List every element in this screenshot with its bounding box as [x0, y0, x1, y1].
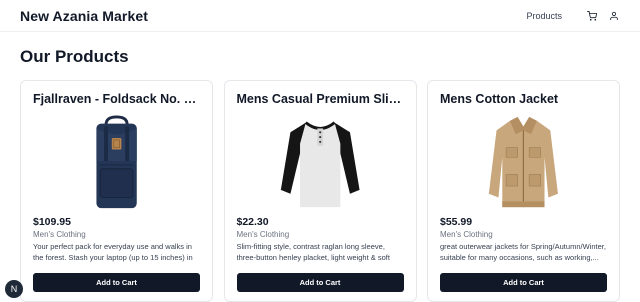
product-price: $55.99 [440, 216, 473, 228]
product-description: Your perfect pack for everyday use and w… [33, 242, 193, 262]
brand-logo[interactable]: New Azania Market [20, 8, 148, 24]
add-to-cart-button[interactable]: Add to Cart [440, 273, 607, 292]
user-icon[interactable] [608, 10, 620, 22]
product-price: $22.30 [236, 216, 269, 228]
product-category: Men's Clothing [33, 230, 86, 239]
product-title[interactable]: Mens Casual Premium Slim Fit T-Shirts [237, 92, 404, 106]
product-description: Slim-fitting style, contrast raglan long… [236, 242, 390, 262]
product-title[interactable]: Fjallraven - Foldsack No. 1 Backpack, Fi… [33, 92, 200, 106]
backpack-image [96, 115, 137, 209]
product-image[interactable] [33, 115, 200, 211]
nav-link-products[interactable]: Products [526, 11, 562, 21]
page-title: Our Products [20, 47, 129, 66]
product-card[interactable]: Mens Cotton Jacket $55.99 Men's Clothing… [427, 80, 620, 302]
jacket-image [488, 116, 559, 208]
product-title[interactable]: Mens Cotton Jacket [440, 92, 607, 106]
add-to-cart-button[interactable]: Add to Cart [33, 273, 200, 292]
cart-icon[interactable] [586, 10, 598, 22]
add-to-cart-button[interactable]: Add to Cart [236, 273, 404, 292]
product-image[interactable] [237, 115, 404, 211]
product-description: great outerwear jackets for Spring/Autum… [440, 242, 606, 262]
product-card[interactable]: Fjallraven - Foldsack No. 1 Backpack, Fi… [20, 80, 213, 302]
dev-tools-badge[interactable]: N [5, 280, 23, 298]
product-category: Men's Clothing [236, 230, 290, 239]
product-price: $109.95 [33, 216, 71, 228]
product-card[interactable]: Mens Casual Premium Slim Fit T-Shirts $2… [223, 80, 417, 302]
main-nav: Products [526, 10, 620, 22]
tshirt-image [280, 121, 360, 208]
product-grid: Fjallraven - Foldsack No. 1 Backpack, Fi… [20, 80, 620, 302]
product-category: Men's Clothing [440, 230, 493, 239]
product-image[interactable] [440, 115, 607, 211]
site-header: New Azania Market Products [0, 0, 640, 32]
